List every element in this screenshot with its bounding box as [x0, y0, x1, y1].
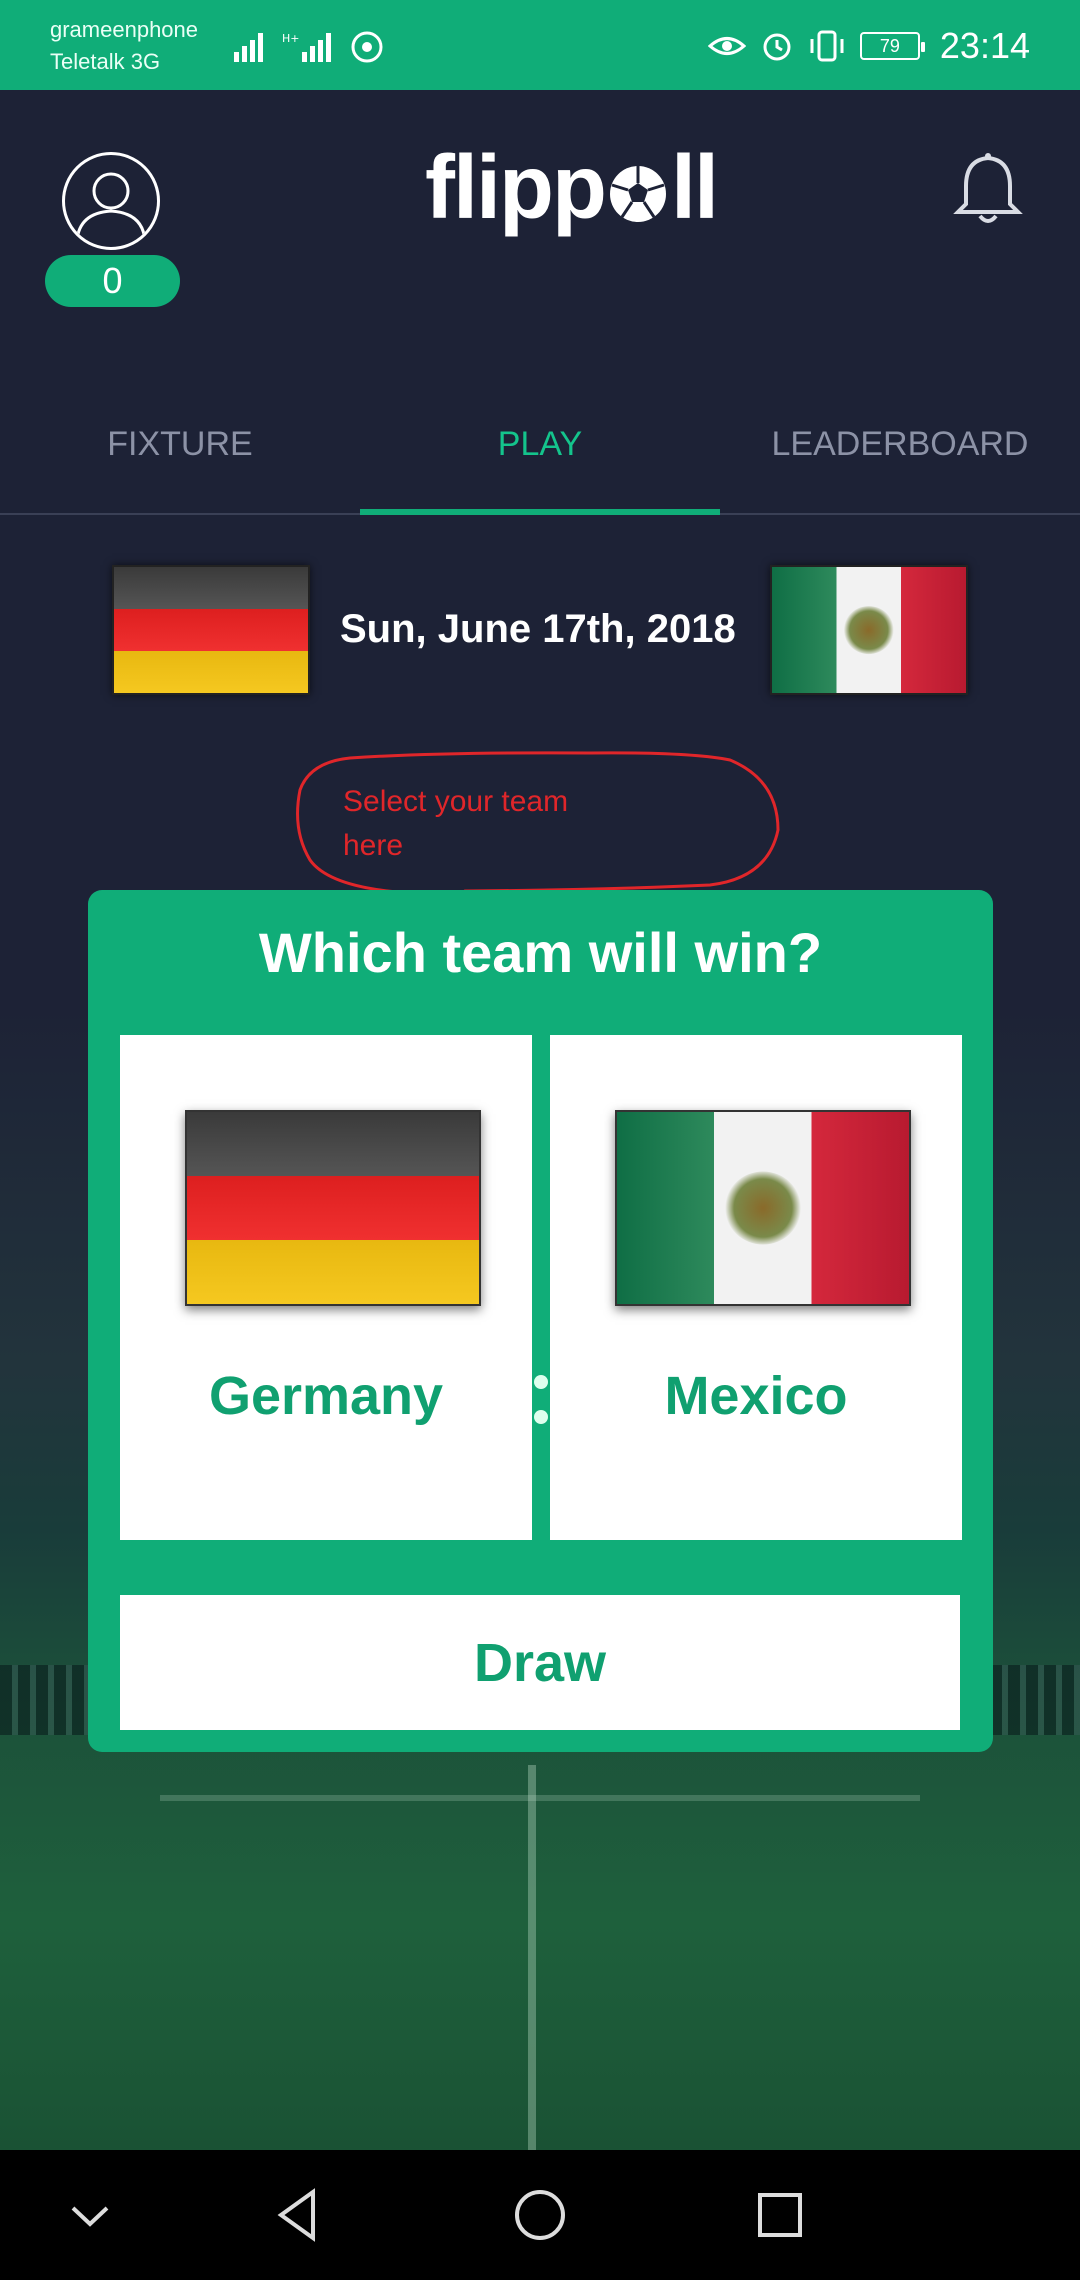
points-badge: 0 [45, 255, 180, 307]
vibrate-icon [810, 30, 844, 62]
svg-text:H+: H+ [282, 32, 300, 45]
draw-button[interactable]: Draw [120, 1595, 960, 1730]
clock: 23:14 [939, 25, 1030, 66]
divider-dot [534, 1375, 548, 1389]
system-nav-bar [0, 2150, 1080, 2280]
away-flag-small [770, 565, 968, 695]
team-name-home: Germany [208, 1366, 444, 1426]
germany-flag [185, 1110, 481, 1306]
logo-text-left: flipp [425, 137, 607, 238]
mexico-emblem-icon [725, 1171, 801, 1245]
prediction-card: Which team will win? Germany Mexico Draw [88, 890, 993, 1752]
alarm-icon [763, 33, 791, 61]
carrier-primary: grameenphone [50, 17, 199, 42]
signal-icon [234, 33, 263, 62]
mexico-flag [615, 1110, 911, 1306]
chrome-icon [351, 31, 383, 63]
user-outline-icon [75, 172, 147, 242]
match-header: Sun, June 17th, 2018 [0, 565, 1080, 700]
field-marking [160, 1795, 920, 1801]
team-option-home[interactable]: Germany [120, 1035, 532, 1540]
tab-fixture[interactable]: FIXTURE [0, 375, 360, 513]
callout-line-1: Select your team [343, 785, 569, 818]
callout-text: Select your team here [343, 780, 663, 868]
mexico-emblem-icon [843, 606, 895, 654]
logo-text-right: ll [670, 137, 719, 238]
battery-indicator: 79 [859, 32, 925, 60]
carrier-info: grameenphone Teletalk 3G [50, 14, 198, 78]
bell-icon[interactable] [950, 150, 1026, 230]
main-tabs: FIXTURE PLAY LEADERBOARD [0, 375, 1080, 515]
status-bar: grameenphone Teletalk 3G H+ 79 23:14 [0, 0, 1080, 90]
eye-icon [707, 37, 746, 55]
soccer-ball-icon [609, 166, 666, 222]
chevron-down-icon[interactable] [55, 2180, 125, 2250]
tab-play[interactable]: PLAY [360, 375, 720, 515]
callout-line-2: here [343, 829, 404, 862]
signal-hplus-icon: H+ [282, 32, 331, 62]
app-logo: flipp ll [425, 137, 719, 238]
prediction-question: Which team will win? [258, 921, 823, 984]
team-name-away: Mexico [664, 1366, 848, 1426]
team-option-away[interactable]: Mexico [550, 1035, 962, 1540]
play-content: Sun, June 17th, 2018 Select your team he… [0, 515, 1080, 2150]
divider-dot [534, 1410, 548, 1424]
status-right: 79 23:14 [707, 18, 1030, 74]
home-flag-small [112, 565, 310, 695]
recents-icon[interactable] [745, 2180, 815, 2250]
back-icon[interactable] [265, 2180, 335, 2250]
home-icon[interactable] [505, 2180, 575, 2250]
carrier-secondary: Teletalk 3G [50, 49, 161, 74]
tab-leaderboard[interactable]: LEADERBOARD [720, 375, 1080, 513]
app-header: 0 flipp ll [0, 90, 1080, 350]
profile-avatar[interactable] [62, 152, 160, 250]
match-date: Sun, June 17th, 2018 [340, 607, 736, 651]
field-center-line [528, 1765, 536, 2150]
